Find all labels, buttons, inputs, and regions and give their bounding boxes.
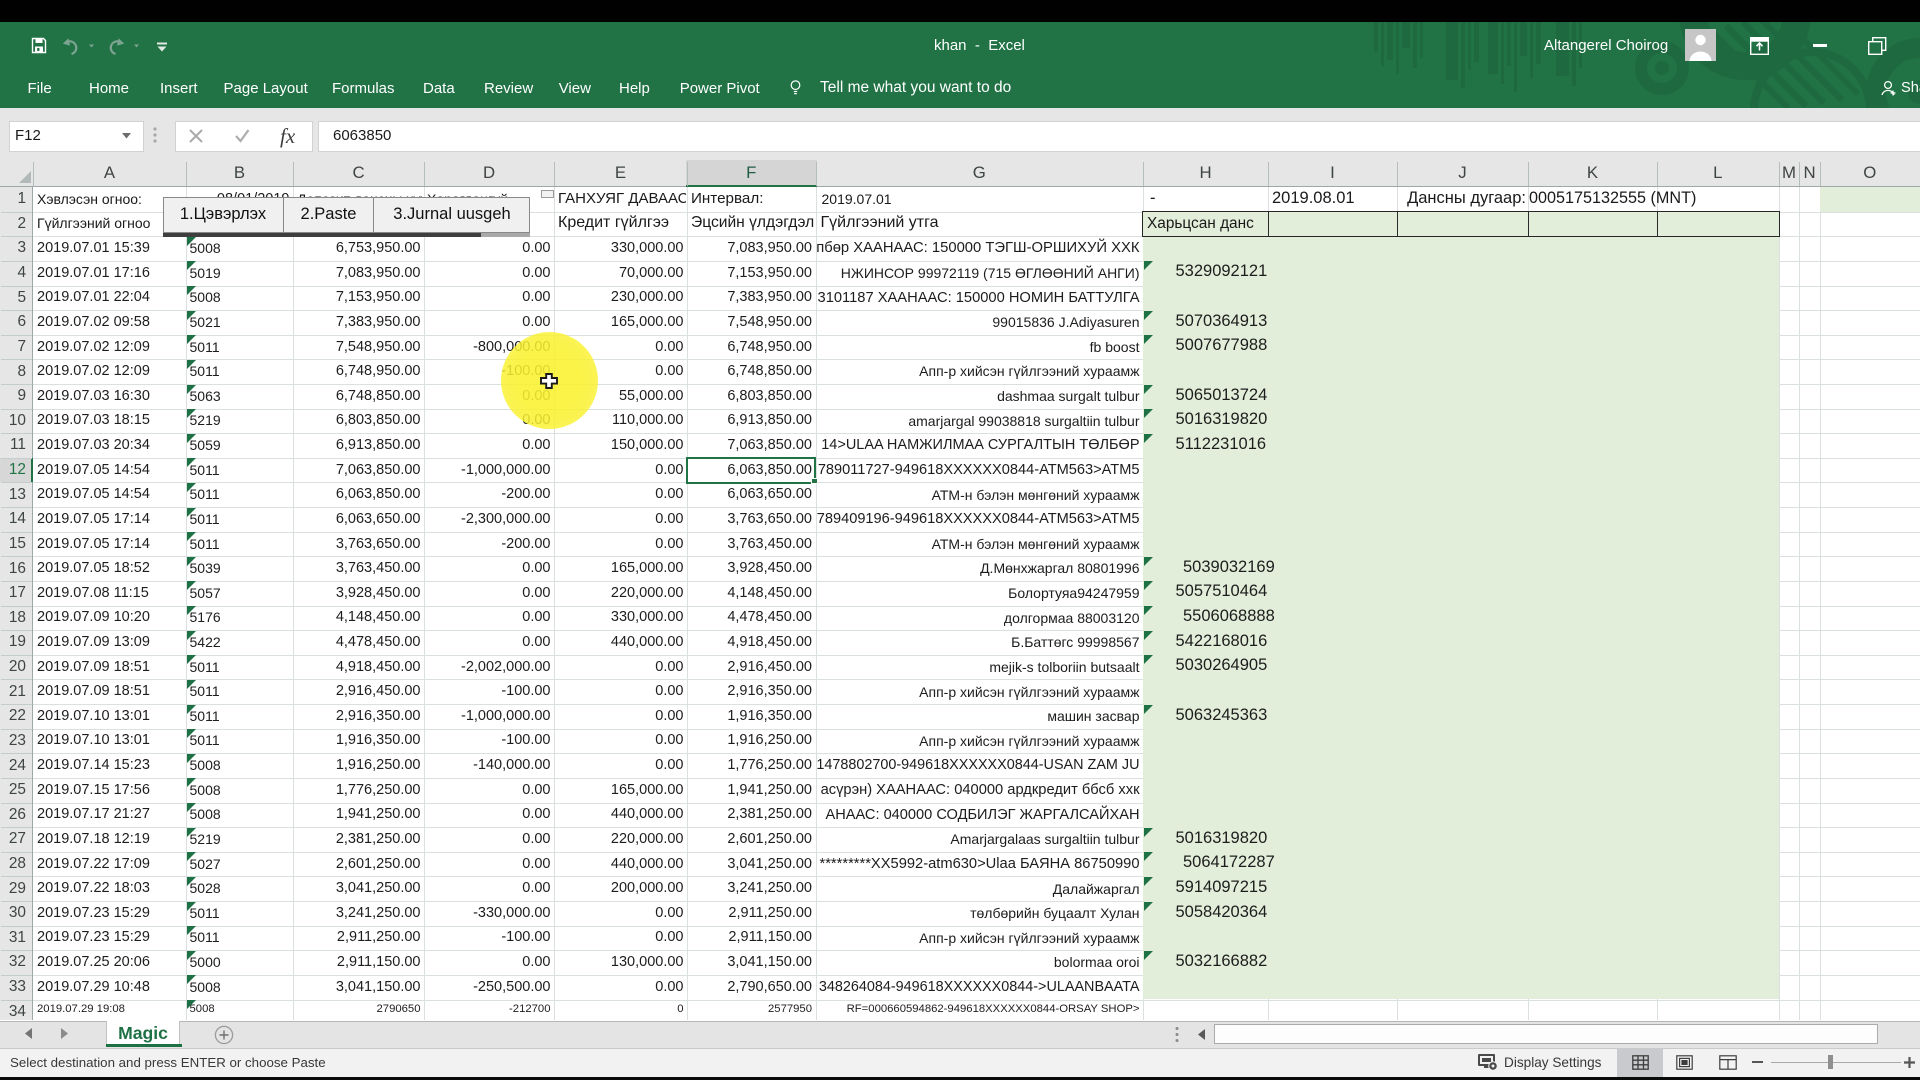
svg-text:fx: fx	[280, 126, 296, 148]
